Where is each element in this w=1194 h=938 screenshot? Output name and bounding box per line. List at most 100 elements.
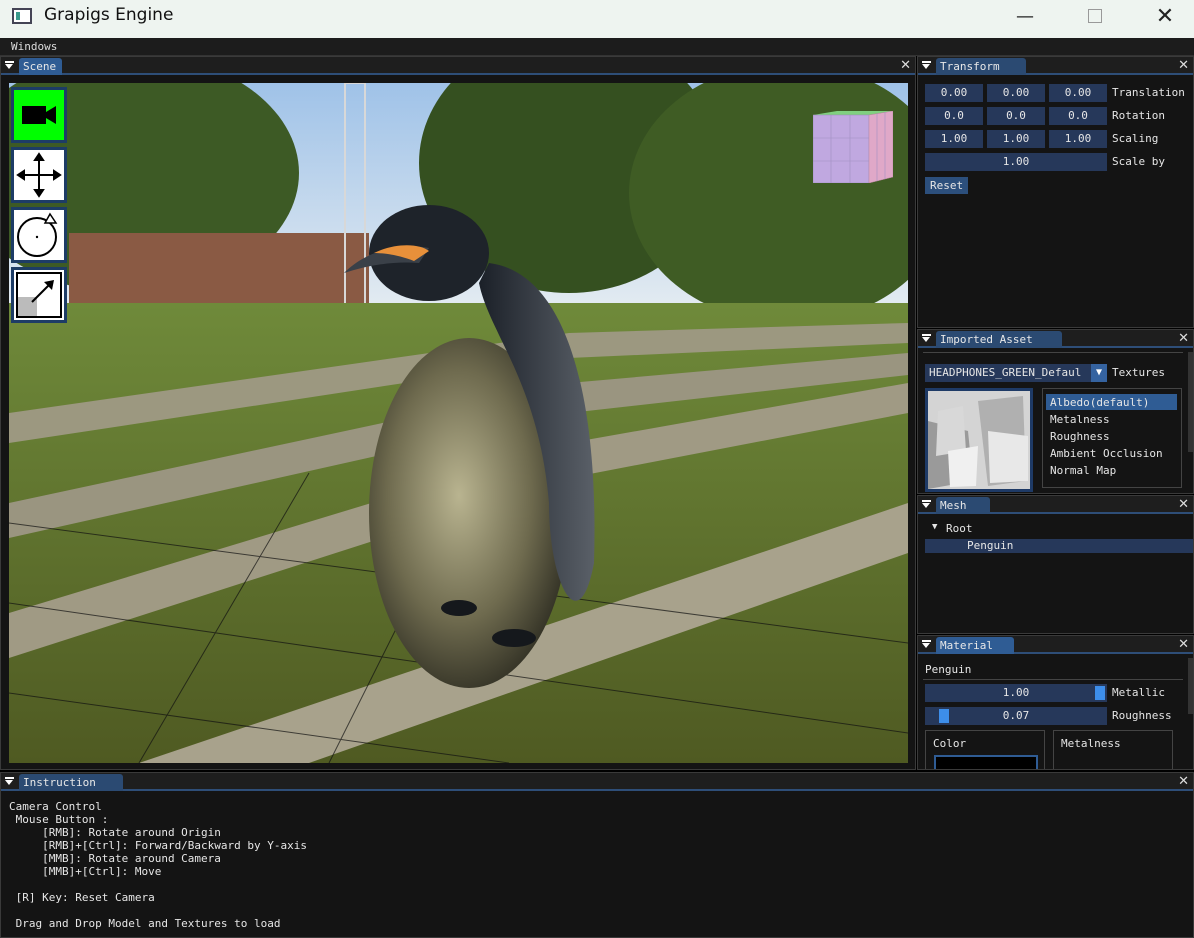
rotation-z-field[interactable]: 0.0: [1049, 107, 1107, 125]
asset-dropdown-value: HEADPHONES_GREEN_Defaul: [929, 366, 1082, 379]
texture-preview-image: [928, 391, 1030, 489]
collapse-icon[interactable]: [922, 500, 931, 509]
move-tool-button[interactable]: [11, 147, 67, 203]
tab-material[interactable]: Material: [936, 637, 1014, 654]
close-icon[interactable]: ✕: [1178, 58, 1189, 73]
texture-item-metalness[interactable]: Metalness: [1050, 411, 1110, 428]
chevron-down-icon[interactable]: ▼: [1091, 364, 1107, 382]
material-panel: Material ✕ Penguin 1.00 Metallic 0.07 Ro…: [917, 635, 1194, 770]
close-icon[interactable]: ✕: [1178, 497, 1189, 512]
imported-asset-tabbar: Imported Asset ✕: [918, 330, 1193, 348]
camera-tool-button[interactable]: [11, 87, 67, 143]
reset-button[interactable]: Reset: [925, 177, 969, 194]
instruction-text: Camera Control Mouse Button : [RMB]: Rot…: [9, 800, 307, 930]
texture-item-normal-map[interactable]: Normal Map: [1050, 462, 1116, 479]
scrollbar[interactable]: [1188, 658, 1193, 714]
instruction-line: Mouse Button :: [9, 813, 109, 826]
transform-panel: Transform ✕ 0.00 0.00 0.00 Translation 0…: [917, 56, 1194, 328]
close-icon[interactable]: ✕: [1178, 331, 1189, 346]
textures-label: Textures: [1112, 366, 1165, 379]
tree-expand-icon[interactable]: ▼: [932, 522, 937, 532]
tab-imported-asset[interactable]: Imported Asset: [936, 331, 1062, 348]
tab-transform[interactable]: Transform: [936, 58, 1026, 75]
collapse-icon[interactable]: [5, 777, 14, 786]
material-tabbar: Material ✕: [918, 636, 1193, 654]
view-gizmo-cube[interactable]: [812, 110, 894, 184]
metallic-label: Metallic: [1112, 686, 1165, 699]
instruction-line: ​: [9, 904, 307, 917]
roughness-value: 0.07: [1002, 709, 1030, 722]
mesh-panel: Mesh ✕ ▼ Root Penguin: [917, 495, 1194, 634]
scale-by-field[interactable]: 1.00: [925, 153, 1107, 171]
texture-list: Albedo(default) Metalness Roughness Ambi…: [1042, 388, 1182, 488]
instruction-line: ​: [9, 878, 307, 891]
roughness-label: Roughness: [1112, 709, 1172, 722]
scaling-z-field[interactable]: 1.00: [1049, 130, 1107, 148]
window-title: Grapigs Engine: [44, 5, 174, 25]
camera-icon: [22, 106, 56, 124]
texture-item-roughness[interactable]: Roughness: [1050, 428, 1110, 445]
metalness-label: Metalness: [1061, 737, 1121, 750]
scene-panel: Scene ✕: [0, 56, 916, 770]
metallic-slider-grab[interactable]: [1095, 686, 1105, 700]
instruction-line: [MMB]: Rotate around Camera: [9, 852, 221, 865]
app-icon: [12, 8, 32, 24]
instruction-line: Drag and Drop Model and Textures to load: [9, 917, 281, 930]
rotation-label: Rotation: [1112, 109, 1165, 122]
translation-z-field[interactable]: 0.00: [1049, 84, 1107, 102]
metallic-slider[interactable]: 1.00: [925, 684, 1107, 702]
scaling-label: Scaling: [1112, 132, 1159, 145]
translation-label: Translation: [1112, 86, 1185, 99]
collapse-icon[interactable]: [922, 61, 931, 70]
roughness-slider-grab[interactable]: [938, 709, 949, 723]
rotation-y-field[interactable]: 0.0: [987, 107, 1045, 125]
scaling-y-field[interactable]: 1.00: [987, 130, 1045, 148]
asset-dropdown[interactable]: HEADPHONES_GREEN_Defaul: [925, 364, 1097, 382]
instruction-line: Camera Control: [9, 800, 102, 813]
close-window-button[interactable]: ✕: [1130, 0, 1194, 32]
collapse-icon[interactable]: [922, 334, 931, 343]
translation-x-field[interactable]: 0.00: [925, 84, 983, 102]
color-swatch[interactable]: [934, 755, 1038, 769]
tab-scene[interactable]: Scene: [19, 58, 63, 75]
separator: [923, 352, 1183, 353]
texture-preview: [925, 388, 1033, 492]
color-box: Color: [925, 730, 1045, 769]
tab-instruction[interactable]: Instruction: [19, 774, 123, 791]
instruction-panel: Instruction ✕ Camera Control Mouse Butto…: [0, 772, 1194, 938]
instruction-tabbar: Instruction ✕: [1, 773, 1193, 791]
metalness-box: Metalness: [1053, 730, 1173, 769]
tree-node-root[interactable]: Root: [946, 521, 973, 537]
scene-tabbar: Scene ✕: [1, 57, 915, 75]
tree-selection: [925, 539, 1193, 553]
tree-node-penguin[interactable]: Penguin: [967, 538, 1013, 554]
rotation-x-field[interactable]: 0.0: [925, 107, 983, 125]
close-icon[interactable]: ✕: [1178, 774, 1189, 789]
scene-viewport[interactable]: [9, 83, 908, 763]
collapse-icon[interactable]: [5, 61, 14, 70]
transform-tabbar: Transform ✕: [918, 57, 1193, 75]
scrollbar[interactable]: [1188, 352, 1193, 452]
collapse-icon[interactable]: [922, 640, 931, 649]
move-arrows-icon: [16, 152, 62, 198]
roughness-slider[interactable]: 0.07: [925, 707, 1107, 725]
tab-mesh[interactable]: Mesh: [936, 497, 990, 514]
mesh-tabbar: Mesh ✕: [918, 496, 1193, 514]
menu-windows[interactable]: Windows: [11, 40, 57, 53]
scale-tool-button[interactable]: [11, 267, 67, 323]
scaling-x-field[interactable]: 1.00: [925, 130, 983, 148]
scale-icon: [16, 272, 62, 318]
rotate-icon: [17, 212, 58, 257]
maximize-button[interactable]: [1060, 0, 1130, 32]
metallic-value: 1.00: [1002, 686, 1030, 699]
color-label: Color: [933, 737, 967, 750]
close-icon[interactable]: ✕: [1178, 637, 1189, 652]
close-icon[interactable]: ✕: [900, 58, 911, 73]
texture-item-ambient-occlusion[interactable]: Ambient Occlusion: [1050, 445, 1163, 462]
texture-item-albedo[interactable]: Albedo(default): [1050, 394, 1149, 411]
translation-y-field[interactable]: 0.00: [987, 84, 1045, 102]
rotate-tool-button[interactable]: [11, 207, 67, 263]
minimize-button[interactable]: —: [990, 0, 1060, 32]
menu-bar: Windows: [0, 38, 1194, 56]
instruction-line: [RMB]+[Ctrl]: Forward/Backward by Y-axis: [9, 839, 308, 852]
